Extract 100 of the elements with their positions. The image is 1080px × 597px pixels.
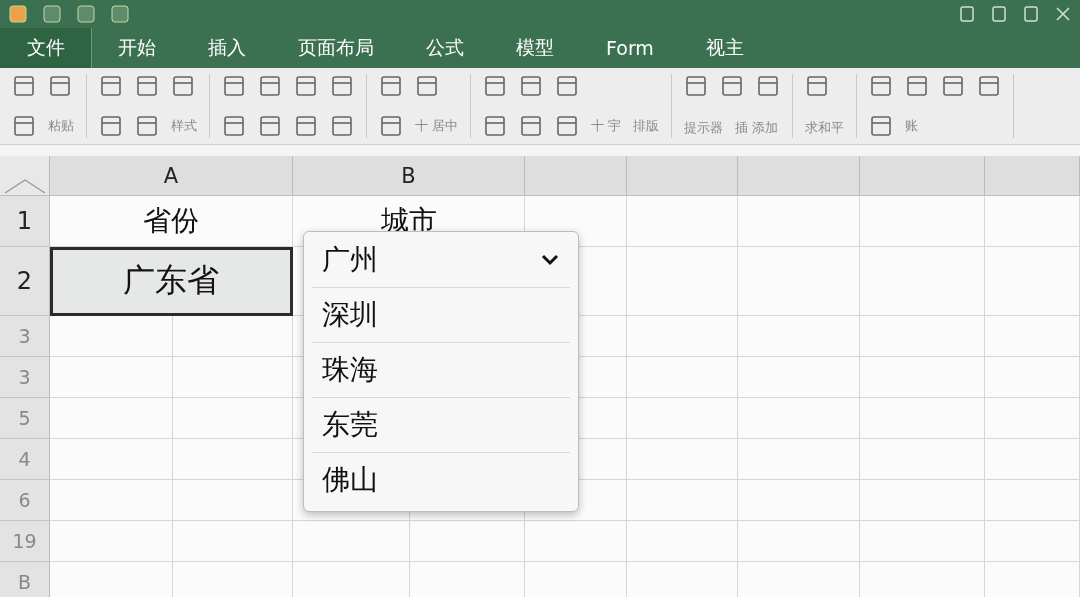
- toolbar-icon[interactable]: [12, 74, 36, 98]
- empty-cell[interactable]: [860, 439, 985, 480]
- app-icon[interactable]: [42, 4, 62, 24]
- dropdown-option[interactable]: 深圳: [312, 288, 570, 343]
- empty-cell[interactable]: [173, 316, 293, 357]
- empty-cell[interactable]: [985, 398, 1080, 439]
- empty-cell[interactable]: [293, 521, 410, 562]
- toolbar-icon[interactable]: [756, 74, 781, 98]
- toolbar-icon[interactable]: [519, 114, 544, 138]
- table-cell[interactable]: 广东省: [50, 247, 293, 316]
- dropdown-field[interactable]: 广州: [312, 232, 570, 288]
- row-header[interactable]: 1: [0, 196, 50, 247]
- empty-cell[interactable]: [173, 357, 293, 398]
- empty-cell[interactable]: [985, 247, 1080, 316]
- toolbar-icon[interactable]: [977, 74, 1002, 98]
- dropdown-option[interactable]: 佛山: [312, 453, 570, 507]
- empty-cell[interactable]: [860, 398, 985, 439]
- menu-tab[interactable]: 视主: [679, 28, 770, 68]
- toolbar-icon[interactable]: [330, 114, 354, 138]
- empty-cell[interactable]: [985, 196, 1080, 247]
- toolbar-icon[interactable]: [12, 114, 36, 138]
- empty-cell[interactable]: [173, 439, 293, 480]
- empty-cell[interactable]: [738, 439, 860, 480]
- empty-cell[interactable]: [860, 247, 985, 316]
- empty-cell[interactable]: [860, 480, 985, 521]
- toolbar-icon[interactable]: [99, 114, 123, 138]
- row-header[interactable]: 2: [0, 247, 50, 316]
- column-header[interactable]: A: [50, 156, 293, 196]
- app-icon[interactable]: [76, 4, 96, 24]
- empty-cell[interactable]: [627, 196, 738, 247]
- empty-cell[interactable]: [173, 398, 293, 439]
- toolbar-icon[interactable]: [330, 74, 354, 98]
- empty-cell[interactable]: [627, 398, 738, 439]
- column-header[interactable]: [627, 156, 738, 196]
- toolbar-icon[interactable]: [294, 114, 318, 138]
- toolbar-icon[interactable]: [258, 114, 282, 138]
- toolbar-icon[interactable]: [869, 114, 894, 138]
- empty-cell[interactable]: [738, 521, 860, 562]
- empty-cell[interactable]: [985, 521, 1080, 562]
- dropdown-option[interactable]: 珠海: [312, 343, 570, 398]
- empty-cell[interactable]: [738, 398, 860, 439]
- empty-cell[interactable]: [985, 316, 1080, 357]
- empty-cell[interactable]: [738, 196, 860, 247]
- empty-cell[interactable]: [627, 316, 738, 357]
- toolbar-icon[interactable]: [805, 74, 830, 98]
- empty-cell[interactable]: [985, 439, 1080, 480]
- menu-tab[interactable]: 文件: [0, 28, 92, 68]
- menu-tab[interactable]: Form: [580, 28, 680, 68]
- empty-cell[interactable]: [410, 521, 525, 562]
- toolbar-icon[interactable]: [171, 74, 195, 98]
- toolbar-icon[interactable]: [135, 74, 159, 98]
- empty-cell[interactable]: [738, 247, 860, 316]
- column-header[interactable]: [985, 156, 1080, 196]
- window-icon[interactable]: [958, 5, 976, 23]
- window-icon[interactable]: [1022, 5, 1040, 23]
- empty-cell[interactable]: [860, 316, 985, 357]
- toolbar-icon[interactable]: [294, 74, 318, 98]
- empty-cell[interactable]: [860, 521, 985, 562]
- toolbar-icon[interactable]: [379, 114, 403, 138]
- menu-tab[interactable]: 模型: [490, 28, 580, 68]
- toolbar-icon[interactable]: [941, 74, 966, 98]
- toolbar-icon[interactable]: [135, 114, 159, 138]
- toolbar-icon[interactable]: [415, 74, 439, 98]
- window-icon[interactable]: [990, 5, 1008, 23]
- empty-cell[interactable]: [627, 480, 738, 521]
- empty-cell[interactable]: [738, 357, 860, 398]
- dropdown-option[interactable]: 东莞: [312, 398, 570, 453]
- toolbar-icon[interactable]: [519, 74, 544, 98]
- select-all-corner[interactable]: [0, 156, 50, 196]
- empty-cell[interactable]: [525, 521, 627, 562]
- app-icon[interactable]: [110, 4, 130, 24]
- column-header[interactable]: [860, 156, 985, 196]
- menu-tab[interactable]: 插入: [182, 28, 272, 68]
- empty-cell[interactable]: [627, 439, 738, 480]
- empty-cell[interactable]: [738, 480, 860, 521]
- toolbar-icon[interactable]: [48, 74, 72, 98]
- toolbar-icon[interactable]: [483, 74, 508, 98]
- toolbar-icon[interactable]: [379, 74, 403, 98]
- empty-cell[interactable]: [627, 247, 738, 316]
- toolbar-icon[interactable]: [720, 74, 745, 98]
- table-cell[interactable]: 省份: [50, 196, 293, 247]
- empty-cell[interactable]: [985, 480, 1080, 521]
- column-header[interactable]: [525, 156, 627, 196]
- toolbar-icon[interactable]: [258, 74, 282, 98]
- empty-cell[interactable]: [627, 357, 738, 398]
- close-icon[interactable]: [1054, 5, 1072, 23]
- toolbar-icon[interactable]: [555, 114, 580, 138]
- app-icon[interactable]: [8, 4, 28, 24]
- toolbar-icon[interactable]: [905, 74, 930, 98]
- menu-tab[interactable]: 页面布局: [272, 28, 400, 68]
- menu-tab[interactable]: 开始: [92, 28, 182, 68]
- toolbar-icon[interactable]: [555, 74, 580, 98]
- column-header[interactable]: [738, 156, 860, 196]
- chevron-down-icon[interactable]: [540, 252, 560, 267]
- empty-cell[interactable]: [627, 521, 738, 562]
- empty-cell[interactable]: [860, 196, 985, 247]
- toolbar-icon[interactable]: [222, 114, 246, 138]
- empty-cell[interactable]: [173, 480, 293, 521]
- toolbar-icon[interactable]: [483, 114, 508, 138]
- toolbar-icon[interactable]: [222, 74, 246, 98]
